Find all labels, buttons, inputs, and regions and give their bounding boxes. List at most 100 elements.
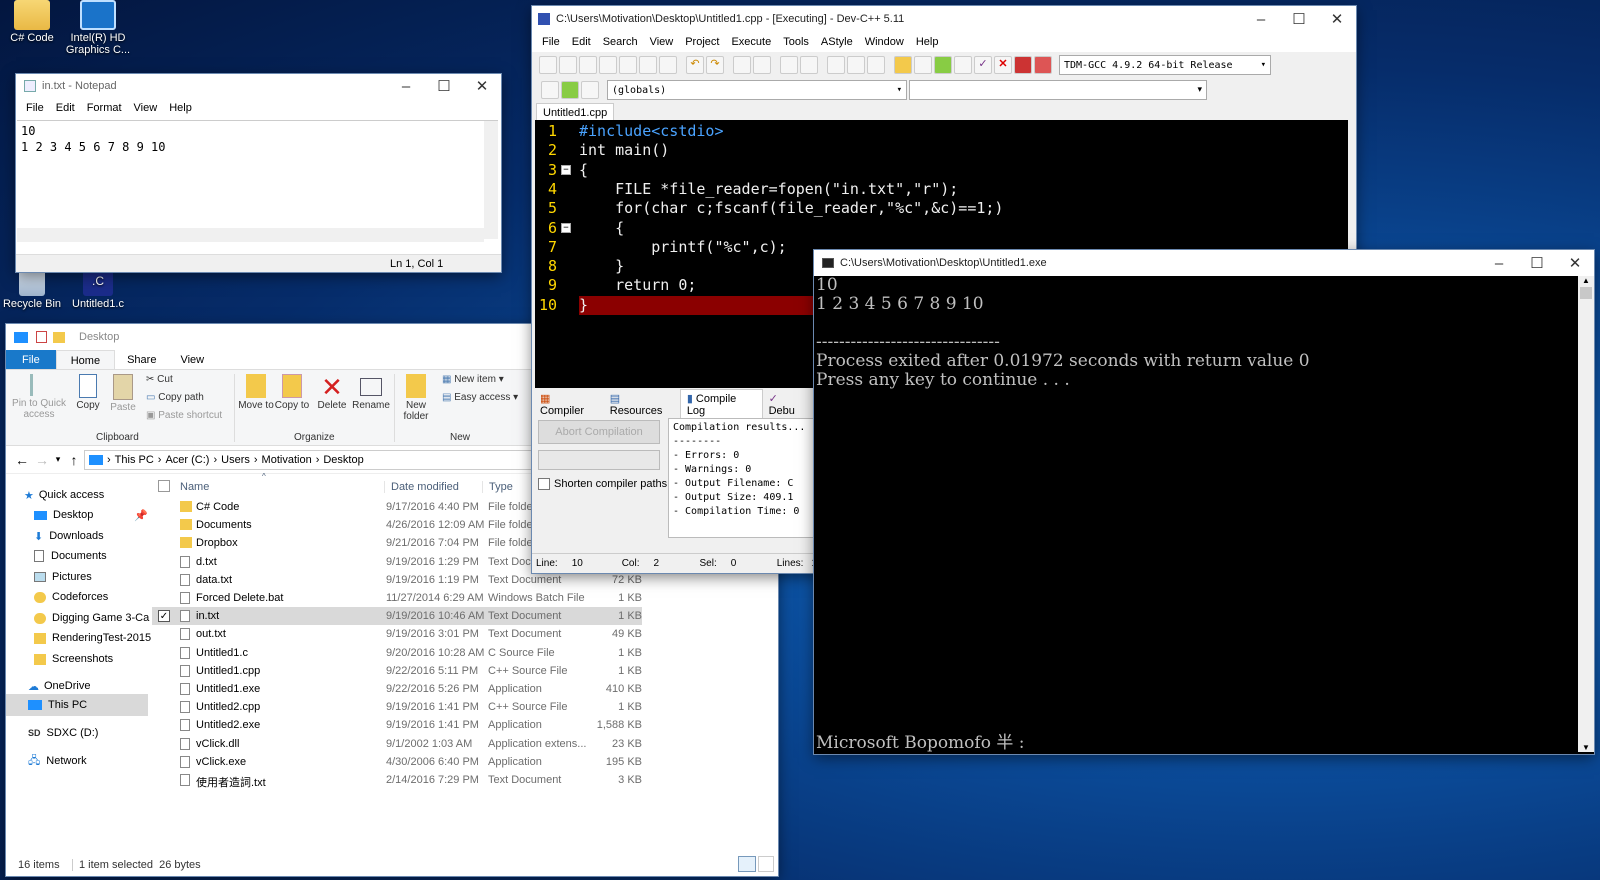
recent-dropdown-icon[interactable]: ▾	[52, 454, 64, 465]
scroll-thumb[interactable]	[1580, 287, 1592, 299]
menu-format[interactable]: Format	[81, 102, 128, 114]
indent-icon[interactable]	[780, 56, 798, 74]
row-checkbox[interactable]	[158, 574, 170, 586]
new-project-icon[interactable]	[894, 56, 912, 74]
print-icon[interactable]	[659, 56, 677, 74]
horizontal-scrollbar[interactable]	[17, 228, 484, 242]
file-row[interactable]: Forced Delete.bat 11/27/2014 6:29 AM Windo…	[152, 589, 642, 607]
menu-astyle[interactable]: AStyle	[815, 36, 859, 48]
row-checkbox[interactable]	[158, 628, 170, 640]
breadcrumb-users[interactable]: Users	[221, 454, 250, 466]
new-folder-qa-icon[interactable]	[53, 331, 65, 343]
file-row[interactable]: Untitled1.cpp 9/22/2016 5:11 PM C++ Source…	[152, 662, 642, 680]
forward-arrow-icon[interactable]: →	[32, 452, 52, 468]
fold-toggle-icon[interactable]: −	[561, 164, 571, 175]
desktop-icon-recycle-bin[interactable]: Recycle Bin	[0, 266, 69, 310]
vertical-scrollbar[interactable]	[484, 121, 498, 239]
desktop-icon-untitled1-c[interactable]: .C Untitled1.c	[61, 266, 135, 310]
tab-compile-log[interactable]: ▮ Compile Log	[679, 388, 763, 420]
column-header-date[interactable]: Date modified	[384, 481, 459, 493]
ribbon-tab-share[interactable]: Share	[115, 350, 168, 369]
copy-to-button[interactable]: Copy to	[274, 374, 310, 411]
maximize-button[interactable]: ☐	[1518, 248, 1556, 278]
nav-codeforces[interactable]: Codeforces	[34, 588, 108, 606]
save-all-icon[interactable]	[599, 56, 617, 74]
back-arrow-icon[interactable]: ←	[12, 452, 32, 468]
add-file-icon[interactable]	[934, 56, 952, 74]
properties-icon[interactable]	[36, 331, 47, 343]
row-checkbox[interactable]	[158, 701, 170, 713]
row-checkbox[interactable]	[158, 647, 170, 659]
find-icon[interactable]	[733, 56, 751, 74]
file-row[interactable]: ✓ in.txt 9/19/2016 10:46 AM Text Document 1 …	[152, 607, 642, 626]
menu-view[interactable]: View	[128, 102, 164, 114]
menu-help[interactable]: Help	[163, 102, 198, 114]
row-checkbox[interactable]	[158, 719, 170, 731]
project-options-icon[interactable]	[914, 56, 932, 74]
move-to-button[interactable]: Move to	[238, 374, 274, 411]
pin-quick-access-button[interactable]: Pin to Quick access	[8, 374, 70, 420]
row-checkbox[interactable]	[158, 683, 170, 695]
breadcrumb-motivation[interactable]: Motivation	[262, 454, 312, 466]
easy-access-button[interactable]: ▤ Easy access ▾	[442, 392, 518, 403]
nav-screenshots[interactable]: Screenshots	[34, 650, 113, 668]
tab-debug[interactable]: ✓ Debu	[763, 392, 812, 417]
console-output[interactable]: 10 1 2 3 4 5 6 7 8 9 10 ------------------…	[816, 276, 1576, 750]
file-row[interactable]: vClick.dll 9/1/2002 1:03 AM Application ex…	[152, 735, 642, 753]
minimize-button[interactable]: –	[1480, 248, 1518, 278]
menu-project[interactable]: Project	[679, 36, 725, 48]
row-checkbox[interactable]	[158, 519, 170, 531]
console-scrollbar[interactable]: ▲ ▼	[1578, 276, 1594, 752]
menu-edit[interactable]: Edit	[50, 102, 81, 114]
file-row[interactable]: Untitled2.exe 9/19/2016 1:41 PM Applicatio…	[152, 716, 642, 734]
copy-button[interactable]: Copy	[72, 374, 104, 411]
fold-toggle-icon[interactable]: −	[561, 222, 571, 233]
tab-resources[interactable]: ▤ Resources	[604, 392, 680, 417]
remove-file-icon[interactable]	[954, 56, 972, 74]
file-row[interactable]: Untitled1.exe 9/22/2016 5:26 PM Applicatio…	[152, 680, 642, 698]
new-folder-button[interactable]: New folder	[398, 374, 434, 422]
new-item-button[interactable]: ▦ New item ▾	[442, 374, 504, 385]
details-view-button[interactable]	[738, 856, 756, 872]
file-row[interactable]: Untitled1.c 9/20/2016 10:28 AM C Source Fi…	[152, 644, 642, 662]
nav-documents[interactable]: Documents	[34, 547, 107, 565]
maximize-button[interactable]: ☐	[1280, 4, 1318, 34]
devcpp-titlebar[interactable]: C:\Users\Motivation\Desktop\Untitled1.cp…	[532, 6, 1356, 32]
unindent-icon[interactable]	[800, 56, 818, 74]
replace-icon[interactable]	[753, 56, 771, 74]
abort-compilation-button[interactable]: Abort Compilation	[538, 420, 660, 444]
insert-icon[interactable]	[561, 81, 579, 99]
breadcrumb-this-pc[interactable]: This PC	[115, 454, 154, 466]
file-row[interactable]: 使用者造詞.txt 2/14/2016 7:29 PM Text Document 3…	[152, 771, 642, 789]
menu-view[interactable]: View	[644, 36, 680, 48]
back-icon[interactable]	[827, 56, 845, 74]
goto-icon[interactable]	[541, 81, 559, 99]
nav-onedrive[interactable]: ☁ OneDrive	[28, 677, 90, 695]
menu-tools[interactable]: Tools	[777, 36, 815, 48]
maximize-button[interactable]: ☐	[425, 71, 463, 101]
file-row[interactable]: vClick.exe 4/30/2006 6:40 PM Application 19…	[152, 753, 642, 771]
menu-help[interactable]: Help	[910, 36, 945, 48]
menu-edit[interactable]: Edit	[566, 36, 597, 48]
ribbon-tab-home[interactable]: Home	[55, 350, 116, 369]
undo-icon[interactable]: ↶	[686, 56, 704, 74]
cut-button[interactable]: ✂ Cut	[146, 374, 173, 385]
profile-icon[interactable]	[1014, 56, 1032, 74]
nav-sdxc[interactable]: SD SDXC (D:)	[28, 724, 98, 742]
stop-execution-icon[interactable]: ✕	[994, 56, 1012, 74]
select-all-checkbox[interactable]	[158, 480, 170, 492]
member-select[interactable]: ▾	[909, 80, 1207, 100]
nav-downloads[interactable]: ⬇ Downloads	[34, 527, 104, 545]
row-checkbox[interactable]	[158, 556, 170, 568]
minimize-button[interactable]: –	[387, 71, 425, 101]
notepad-titlebar[interactable]: in.txt - Notepad – ☐ ✕	[16, 74, 501, 98]
paste-button[interactable]: Paste	[106, 374, 140, 413]
menu-file[interactable]: File	[20, 102, 50, 114]
new-file-icon[interactable]	[539, 56, 557, 74]
check-syntax-icon[interactable]: ✓	[974, 56, 992, 74]
nav-desktop[interactable]: Desktop 📌	[34, 506, 148, 524]
row-checkbox[interactable]	[158, 501, 170, 513]
large-icons-view-button[interactable]	[758, 856, 774, 872]
row-checkbox[interactable]	[158, 738, 170, 750]
open-file-icon[interactable]	[559, 56, 577, 74]
